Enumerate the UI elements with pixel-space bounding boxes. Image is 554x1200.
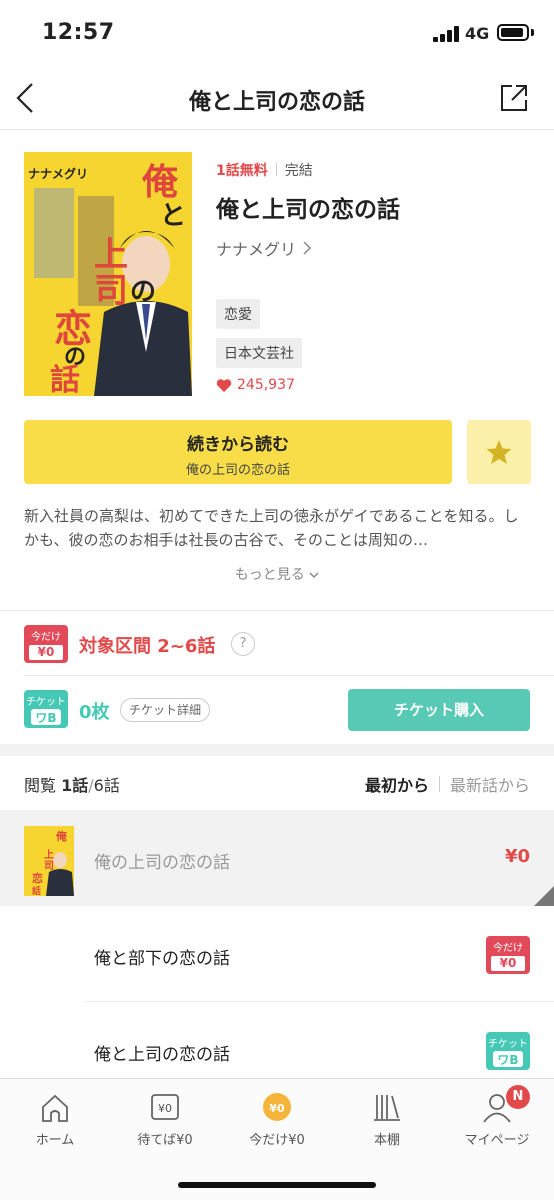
continue-reading-button[interactable]: 続きから読む 俺の上司の恋の話 [24,420,452,484]
ticket-purchase-button[interactable]: チケット購入 [348,689,530,731]
svg-text:上: 上 [44,848,54,861]
episode-title: 俺と部下の恋の話 [94,949,230,969]
episode-row[interactable]: 俺と部下の恋の話 今だけ ¥0 [0,906,554,1002]
svg-text:と: と [160,201,186,231]
campaign-range: 対象区間 2~6話 [79,636,216,657]
publisher-tag[interactable]: 日本文芸社 [216,338,302,368]
network-label: 4G [465,24,490,43]
wait-free-icon: ¥0 [151,1094,179,1120]
help-icon[interactable]: ? [231,632,255,656]
status-bar: 12:57 4G [0,0,554,66]
svg-text:話: 話 [32,885,41,896]
book-description: 新入社員の高梨は、初めてできた上司の徳永がゲイであることを知る。しかも、彼の恋の… [24,507,519,549]
read-corner-icon [534,886,554,906]
book-title: 俺と上司の恋の話 [216,197,400,223]
sort-latest-button[interactable]: 最新話から [450,772,530,796]
tab-bar: ホーム ¥0 待てば¥0 ¥0 今だけ¥0 本棚 N マイページ [0,1078,554,1200]
sort-controls: 最初から 最新話から [365,772,530,796]
episode-title: 俺の上司の恋の話 [94,853,230,873]
status-time: 12:57 [42,20,115,45]
svg-text:の: の [130,277,156,307]
ticket-icon: チケット ワB [24,690,68,728]
svg-text:上: 上 [94,235,128,275]
likes-count: 245,937 [216,377,295,393]
episode-title: 俺と上司の恋の話 [94,1045,230,1065]
star-icon [486,440,512,464]
tab-limited-free[interactable]: ¥0 今だけ¥0 [222,1079,332,1159]
svg-text:話: 話 [50,363,80,396]
episode-row[interactable]: 俺 上 司 恋 話 俺の上司の恋の話 ¥0 [0,810,554,906]
reading-progress: 閲覧 1話/6話 [24,776,120,795]
episode-price: ¥0 [504,846,530,867]
chevron-right-icon [303,241,312,255]
svg-text:司: 司 [44,860,54,872]
svg-text:俺: 俺 [55,829,68,843]
ticket-count: 0枚 [79,702,110,723]
show-more-link[interactable]: もっと見る [0,564,554,584]
tab-home[interactable]: ホーム [0,1079,110,1159]
heart-icon [216,378,232,392]
chevron-down-icon [309,572,319,579]
page-title: 俺と上司の恋の話 [188,90,365,115]
home-icon [42,1094,68,1122]
bookshelf-icon [374,1095,400,1121]
share-icon[interactable] [496,80,532,116]
svg-text:ワB: ワB [497,1053,518,1067]
home-indicator [178,1182,376,1188]
tab-mypage[interactable]: N マイページ [442,1079,552,1159]
signal-icon [433,26,461,42]
svg-text:恋: 恋 [32,871,43,885]
limited-free-icon: ¥0 [263,1093,291,1121]
sort-first-button[interactable]: 最初から [365,772,429,796]
limited-free-icon: 今だけ ¥0 [24,625,68,663]
svg-text:ワB: ワB [35,711,56,725]
continue-reading-episode: 俺の上司の恋の話 [185,463,290,478]
author-name: ナナメグリ [216,240,297,259]
tab-bookshelf[interactable]: 本棚 [332,1079,442,1159]
svg-text:ナナメグリ: ナナメグリ [28,166,88,181]
continue-reading-label: 続きから読む [187,435,289,455]
genre-tag[interactable]: 恋愛 [216,299,260,329]
tab-wait-free[interactable]: ¥0 待てば¥0 [110,1079,220,1159]
ticket-icon: チケット ワB [486,1032,530,1070]
episode-thumbnail: 俺 上 司 恋 話 [24,826,74,896]
limited-free-icon: 今だけ ¥0 [486,936,530,974]
notification-badge: N [506,1085,530,1109]
episode-row[interactable]: 俺と上司の恋の話 チケット ワB [0,1002,554,1078]
author-link[interactable]: ナナメグリ [216,236,536,260]
favorite-button[interactable] [467,420,531,484]
svg-text:俺: 俺 [141,161,179,203]
status-badge: 完結 [284,163,313,179]
book-cover: ナナメグリ 俺 と 上 司 の 恋 の 話 [24,152,192,396]
ticket-detail-button[interactable]: チケット詳細 [120,698,211,722]
svg-text:¥0: ¥0 [269,1102,285,1115]
free-badge: 1話無料 [216,163,268,179]
nav-bar: 俺と上司の恋の話 [0,66,554,130]
svg-text:¥0: ¥0 [158,1102,172,1115]
book-meta: 1話無料 完結 俺と上司の恋の話 ナナメグリ [216,160,536,260]
svg-text:司: 司 [94,271,128,311]
battery-icon [497,24,529,41]
